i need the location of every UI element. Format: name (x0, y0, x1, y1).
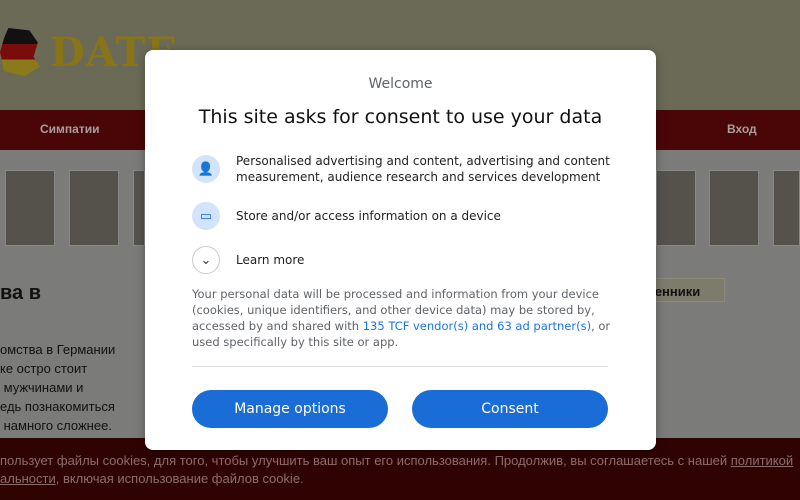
nav-sympathies[interactable]: Симпатии (40, 122, 99, 136)
profile-photo[interactable] (773, 170, 800, 246)
chevron-down-icon: ⌄ (192, 246, 220, 274)
purpose-item: 👤 Personalised advertising and content, a… (192, 153, 656, 185)
intro-text: омства в Германии ке остро стоит мужчина… (0, 342, 116, 433)
germany-map-icon (0, 28, 40, 76)
consent-body: Your personal data will be processed and… (192, 287, 611, 349)
learn-more-toggle[interactable]: ⌄ Learn more (192, 246, 304, 274)
welcome-label: Welcome (368, 76, 433, 92)
privacy-policy-link[interactable]: политикой (731, 453, 793, 468)
profile-photo[interactable] (5, 170, 55, 246)
profile-photo[interactable] (69, 170, 119, 246)
privacy-policy-link-cont[interactable]: альности (0, 471, 56, 486)
consent-dialog: Welcome This site asks for consent to us… (145, 50, 656, 450)
nav-login[interactable]: Вход (727, 122, 757, 136)
profile-photo[interactable] (133, 170, 145, 246)
manage-options-button[interactable]: Manage options (192, 390, 388, 428)
consent-title: This site asks for consent to use your d… (198, 106, 603, 128)
vendors-link[interactable]: 135 TCF vendor(s) and 63 ad partner(s) (363, 319, 591, 333)
profile-photo[interactable] (656, 170, 696, 246)
page-heading: ва в (0, 282, 42, 304)
consent-button[interactable]: Consent (412, 390, 608, 428)
profile-photo[interactable] (709, 170, 759, 246)
divider (192, 366, 608, 367)
devices-icon: ▭ (192, 202, 220, 230)
purpose-item: ▭ Store and/or access information on a de… (192, 202, 501, 230)
person-icon: 👤 (192, 155, 220, 183)
